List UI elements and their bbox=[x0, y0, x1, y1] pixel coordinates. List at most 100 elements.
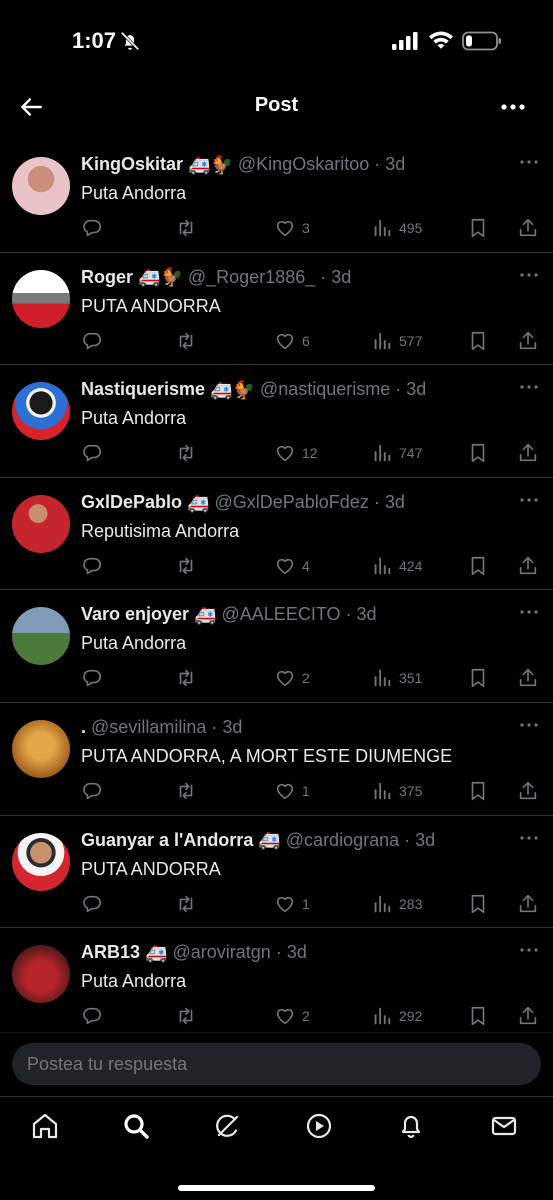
views-button[interactable]: 375 bbox=[371, 779, 422, 803]
repost-button[interactable] bbox=[175, 892, 197, 916]
avatar[interactable] bbox=[12, 832, 70, 891]
views-button[interactable]: 424 bbox=[371, 554, 422, 578]
share-icon bbox=[519, 669, 537, 687]
avatar[interactable] bbox=[12, 945, 70, 1004]
like-button[interactable]: 3 bbox=[274, 216, 310, 240]
views-button[interactable]: 351 bbox=[371, 666, 422, 690]
display-name[interactable]: . bbox=[81, 717, 86, 737]
views-button[interactable]: 283 bbox=[371, 892, 422, 916]
views-button[interactable]: 292 bbox=[371, 1004, 422, 1028]
bookmark-button[interactable] bbox=[467, 1004, 489, 1028]
avatar[interactable] bbox=[12, 607, 70, 666]
share-button[interactable] bbox=[517, 554, 539, 578]
reply-button[interactable] bbox=[81, 329, 103, 353]
reply-button[interactable] bbox=[81, 216, 103, 240]
like-button[interactable]: 1 bbox=[274, 892, 310, 916]
bookmark-button[interactable] bbox=[467, 216, 489, 240]
nav-video[interactable] bbox=[304, 1111, 338, 1145]
nav-messages[interactable] bbox=[489, 1111, 523, 1145]
avatar[interactable] bbox=[12, 382, 70, 441]
like-button[interactable]: 4 bbox=[274, 554, 310, 578]
analytics-icon bbox=[374, 670, 391, 687]
avatar[interactable] bbox=[12, 719, 70, 778]
reply-button[interactable] bbox=[81, 779, 103, 803]
share-button[interactable] bbox=[517, 216, 539, 240]
share-button[interactable] bbox=[517, 1004, 539, 1028]
user-handle[interactable]: @AALEECITO bbox=[222, 604, 341, 624]
avatar[interactable] bbox=[12, 494, 70, 553]
reply-more-icon[interactable] bbox=[519, 381, 539, 393]
share-button[interactable] bbox=[517, 441, 539, 465]
reply-item[interactable]: . @sevillamilina · 3d PUTA ANDORRA, A MO… bbox=[0, 703, 553, 816]
user-handle[interactable]: @aroviratgn bbox=[172, 942, 270, 962]
reply-button[interactable] bbox=[81, 892, 103, 916]
more-options-icon[interactable] bbox=[499, 94, 527, 120]
reply-item[interactable]: Nastiquerisme 🚑🐓 @nastiquerisme · 3d Put… bbox=[0, 365, 553, 478]
repost-button[interactable] bbox=[175, 441, 197, 465]
display-name[interactable]: Varo enjoyer bbox=[81, 604, 189, 624]
reply-button[interactable] bbox=[81, 1004, 103, 1028]
reply-more-icon[interactable] bbox=[519, 269, 539, 281]
user-handle[interactable]: @nastiquerisme bbox=[260, 379, 390, 399]
repost-button[interactable] bbox=[175, 216, 197, 240]
reply-item[interactable]: Varo enjoyer 🚑 @AALEECITO · 3d Puta Ando… bbox=[0, 590, 553, 703]
user-handle[interactable]: @KingOskaritoo bbox=[238, 154, 369, 174]
views-button[interactable]: 495 bbox=[371, 216, 422, 240]
views-button[interactable]: 577 bbox=[371, 329, 422, 353]
bookmark-button[interactable] bbox=[467, 779, 489, 803]
display-name[interactable]: KingOskitar bbox=[81, 154, 183, 174]
reply-more-icon[interactable] bbox=[519, 494, 539, 506]
reply-item[interactable]: Guanyar a l'Andorra 🚑 @cardiograna · 3d … bbox=[0, 816, 553, 929]
reply-item[interactable]: ARB13 🚑 @aroviratgn · 3d Puta Andorra 2 … bbox=[0, 928, 553, 1032]
bookmark-button[interactable] bbox=[467, 892, 489, 916]
reply-button[interactable] bbox=[81, 554, 103, 578]
reply-item[interactable]: KingOskitar 🚑🐓 @KingOskaritoo · 3d Puta … bbox=[0, 140, 553, 253]
repost-button[interactable] bbox=[175, 779, 197, 803]
share-button[interactable] bbox=[517, 892, 539, 916]
reply-button[interactable] bbox=[81, 666, 103, 690]
like-button[interactable]: 12 bbox=[274, 441, 318, 465]
share-button[interactable] bbox=[517, 779, 539, 803]
reply-more-icon[interactable] bbox=[519, 719, 539, 731]
nav-notifications[interactable] bbox=[396, 1111, 430, 1145]
user-handle[interactable]: @cardiograna bbox=[286, 830, 399, 850]
user-handle[interactable]: @GxlDePabloFdez bbox=[214, 492, 368, 512]
bookmark-button[interactable] bbox=[467, 554, 489, 578]
like-button[interactable]: 6 bbox=[274, 329, 310, 353]
home-indicator bbox=[178, 1185, 375, 1191]
reply-item[interactable]: GxlDePablo 🚑 @GxlDePabloFdez · 3d Reputi… bbox=[0, 478, 553, 591]
bookmark-button[interactable] bbox=[467, 666, 489, 690]
like-button[interactable]: 2 bbox=[274, 1004, 310, 1028]
nav-home[interactable] bbox=[30, 1111, 64, 1145]
share-button[interactable] bbox=[517, 666, 539, 690]
display-name[interactable]: Nastiquerisme bbox=[81, 379, 205, 399]
bookmark-button[interactable] bbox=[467, 441, 489, 465]
display-name[interactable]: Roger bbox=[81, 267, 133, 287]
reply-more-icon[interactable] bbox=[519, 156, 539, 168]
like-button[interactable]: 2 bbox=[274, 666, 310, 690]
user-handle[interactable]: @sevillamilina bbox=[91, 717, 206, 737]
reply-more-icon[interactable] bbox=[519, 832, 539, 844]
views-button[interactable]: 747 bbox=[371, 441, 422, 465]
repost-button[interactable] bbox=[175, 666, 197, 690]
like-button[interactable]: 1 bbox=[274, 779, 310, 803]
nav-grok[interactable] bbox=[213, 1111, 247, 1145]
user-handle[interactable]: @_Roger1886_ bbox=[188, 267, 315, 287]
bookmark-button[interactable] bbox=[467, 329, 489, 353]
share-button[interactable] bbox=[517, 329, 539, 353]
avatar[interactable] bbox=[12, 157, 70, 215]
reply-input[interactable] bbox=[12, 1043, 541, 1085]
nav-search[interactable] bbox=[121, 1111, 155, 1145]
reply-more-icon[interactable] bbox=[519, 606, 539, 618]
repost-button[interactable] bbox=[175, 554, 197, 578]
repost-button[interactable] bbox=[175, 329, 197, 353]
reply-button[interactable] bbox=[81, 441, 103, 465]
display-name[interactable]: ARB13 bbox=[81, 942, 140, 962]
reply-more-icon[interactable] bbox=[519, 944, 539, 956]
avatar[interactable] bbox=[12, 269, 70, 328]
display-name[interactable]: Guanyar a l'Andorra bbox=[81, 830, 253, 850]
heart-icon bbox=[276, 558, 294, 574]
repost-button[interactable] bbox=[175, 1004, 197, 1028]
reply-item[interactable]: Roger 🚑🐓 @_Roger1886_ · 3d PUTA ANDORRA … bbox=[0, 253, 553, 366]
display-name[interactable]: GxlDePablo bbox=[81, 492, 182, 512]
